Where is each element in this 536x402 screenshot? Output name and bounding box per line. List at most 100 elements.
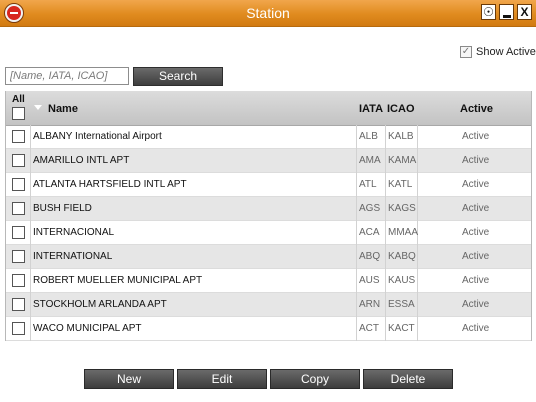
restore-button[interactable]: ☉ [481,4,496,20]
row-iata: AMA [359,155,381,166]
row-active: Active [462,227,490,238]
row-checkbox[interactable] [12,154,25,167]
row-checkbox[interactable] [12,226,25,239]
select-all-label: All [12,94,25,105]
row-checkbox[interactable] [12,322,25,335]
row-name: ATLANTA HARTSFIELD INTL APT [33,179,187,190]
title-bar[interactable]: Station ☉ X [0,0,536,27]
table-row[interactable]: INTERNACIONAL ACA MMAA Active [6,221,531,245]
column-divider [30,197,31,221]
new-button[interactable]: New [84,369,174,389]
column-divider [30,269,31,293]
column-divider [385,317,386,341]
table-row[interactable]: BUSH FIELD AGS KAGS Active [6,197,531,221]
row-icao: MMAA [388,227,418,238]
column-divider [356,197,357,221]
column-divider [356,269,357,293]
column-divider [356,125,357,149]
table-row[interactable]: WACO MUNICIPAL APT ACT KACT Active [6,317,531,341]
row-active: Active [462,179,490,190]
row-iata: ABQ [359,251,381,262]
row-name: ROBERT MUELLER MUNICIPAL APT [33,275,203,286]
row-checkbox[interactable] [12,250,25,263]
station-window: Station ☉ X ✓ Show Active Search All Nam… [0,0,536,402]
row-active: Active [462,323,490,334]
column-divider [385,245,386,269]
column-divider [356,173,357,197]
table-row[interactable]: INTERNATIONAL ABQ KABQ Active [6,245,531,269]
row-icao: KAUS [388,275,416,286]
table-row[interactable]: ALBANY International Airport ALB KALB Activ… [6,125,531,149]
column-divider [356,293,357,317]
row-iata: ACA [359,227,380,238]
row-icao: KAMA [388,155,417,166]
row-name: INTERNATIONAL [33,251,113,262]
table-row[interactable]: STOCKHOLM ARLANDA APT ARN ESSA Active [6,293,531,317]
row-iata: ARN [359,299,381,310]
column-divider [385,125,386,149]
column-divider [30,173,31,197]
column-header-active[interactable]: Active [460,103,493,115]
row-name: STOCKHOLM ARLANDA APT [33,299,167,310]
row-checkbox[interactable] [12,202,25,215]
row-name: INTERNACIONAL [33,227,115,238]
row-name: ALBANY International Airport [33,131,162,142]
table-row[interactable]: AMARILLO INTL APT AMA KAMA Active [6,149,531,173]
column-divider [30,293,31,317]
minimize-button[interactable] [499,4,514,20]
column-divider [30,317,31,341]
row-iata: ACT [359,323,379,334]
column-divider [385,293,386,317]
row-checkbox[interactable] [12,178,25,191]
column-divider [417,149,418,173]
row-icao: KACT [388,323,415,334]
column-divider [356,221,357,245]
column-header-iata[interactable]: IATA [359,103,383,115]
table-row[interactable]: ROBERT MUELLER MUNICIPAL APT AUS KAUS Activ… [6,269,531,293]
station-grid: All Name IATA ICAO Active ALBANY Interna… [5,91,532,341]
sort-desc-icon[interactable] [34,105,42,110]
column-divider [417,245,418,269]
search-button[interactable]: Search [133,67,223,86]
copy-button[interactable]: Copy [270,369,360,389]
row-icao: KATL [388,179,413,190]
row-icao: KALB [388,131,414,142]
column-divider [356,245,357,269]
row-icao: KAGS [388,203,416,214]
edit-button[interactable]: Edit [177,369,267,389]
column-divider [385,221,386,245]
column-divider [417,269,418,293]
column-divider [385,173,386,197]
column-divider [30,125,31,149]
row-iata: AGS [359,203,381,214]
column-header-name[interactable]: Name [48,103,78,115]
grid-header: All Name IATA ICAO Active [6,91,531,126]
show-active-label: Show Active [476,46,536,58]
row-checkbox[interactable] [12,130,25,143]
close-button[interactable]: X [517,4,532,20]
row-name: WACO MUNICIPAL APT [33,323,142,334]
select-all-checkbox[interactable] [12,107,25,120]
row-name: AMARILLO INTL APT [33,155,130,166]
column-header-icao[interactable]: ICAO [387,103,415,115]
row-checkbox[interactable] [12,274,25,287]
delete-button[interactable]: Delete [363,369,453,389]
row-active: Active [462,131,490,142]
row-iata: ATL [359,179,377,190]
table-row[interactable]: ATLANTA HARTSFIELD INTL APT ATL KATL Active [6,173,531,197]
column-divider [417,293,418,317]
search-input[interactable] [5,67,129,85]
row-iata: ALB [359,131,378,142]
row-active: Active [462,275,490,286]
column-divider [417,197,418,221]
row-iata: AUS [359,275,380,286]
column-divider [356,317,357,341]
row-active: Active [462,299,490,310]
row-icao: KABQ [388,251,416,262]
show-active-checkbox[interactable]: ✓ [460,46,472,58]
column-divider [417,173,418,197]
row-active: Active [462,251,490,262]
column-divider [30,149,31,173]
row-name: BUSH FIELD [33,203,92,214]
row-checkbox[interactable] [12,298,25,311]
